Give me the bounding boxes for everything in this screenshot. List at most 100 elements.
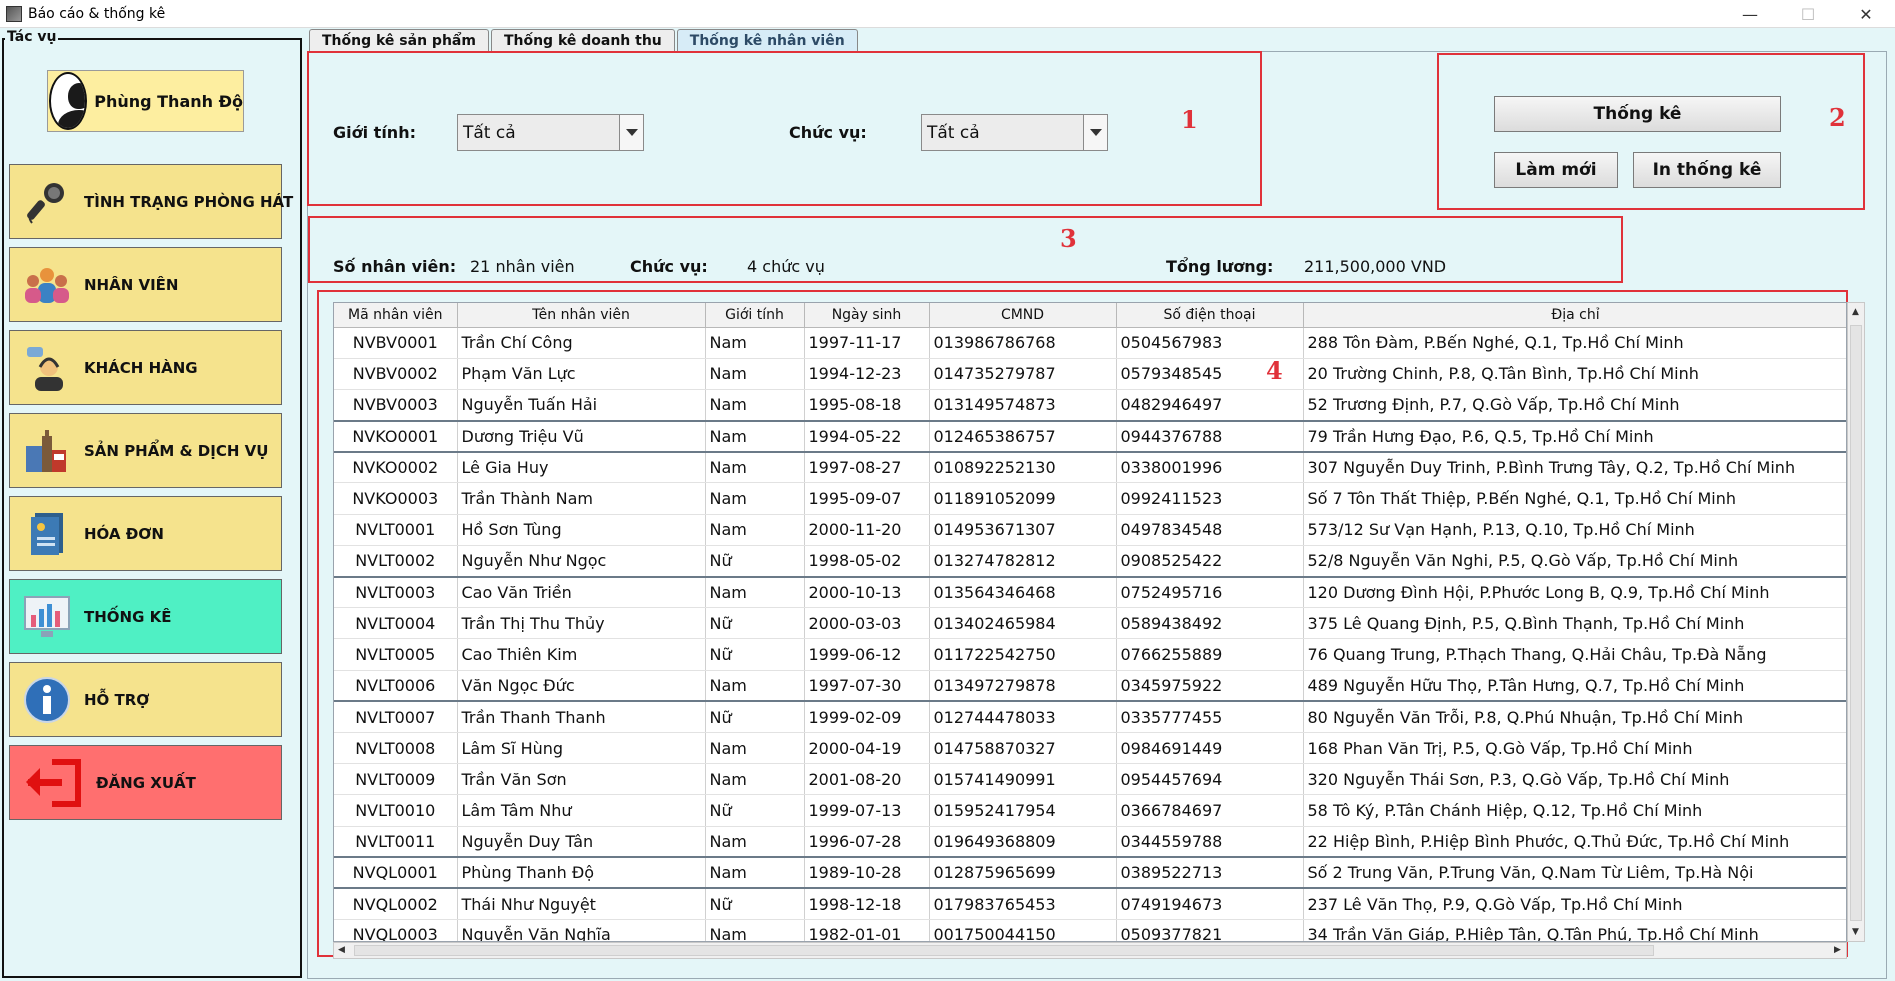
- table-row[interactable]: NVLT0010 Lâm Tâm Như Nữ 1999-07-13 015952417…: [334, 794, 1846, 827]
- table-cell: Nguyễn Tuấn Hải: [457, 389, 706, 422]
- position-label: Chức vụ:: [789, 123, 867, 142]
- tab-staff-stats[interactable]: Thống kê nhân viên: [676, 29, 858, 52]
- table-cell: NVLT0010: [334, 794, 458, 827]
- table-row[interactable]: NVLT0009 Trần Văn Sơn Nam 2001-08-20 0157414…: [334, 763, 1846, 796]
- table-cell: 0944376788: [1116, 420, 1304, 453]
- table-cell: Trần Chí Công: [457, 327, 706, 359]
- total-salary-value: 211,500,000 VND: [1304, 257, 1447, 276]
- table-cell: Nam: [705, 857, 805, 890]
- table-row[interactable]: NVKO0001 Dương Triệu Vũ Nam 1994-05-22 01246…: [334, 420, 1846, 453]
- table-row[interactable]: NVLT0007 Trần Thanh Thanh Nữ 1999-02-09 0127…: [334, 701, 1846, 733]
- table-row[interactable]: NVLT0001 Hồ Sơn Tùng Nam 2000-11-20 01495367…: [334, 514, 1846, 546]
- table-row[interactable]: NVLT0004 Trần Thị Thu Thủy Nữ 2000-03-03 013…: [334, 607, 1846, 640]
- table-cell: 34 Trần Văn Giáp, P.Hiệp Tân, Q.Tân Phú,…: [1303, 919, 1846, 941]
- table-cell: 019649368809: [929, 826, 1117, 859]
- sidebar-item-customers[interactable]: KHÁCH HÀNG: [9, 330, 282, 405]
- sidebar-item-statistics[interactable]: THỐNG KÊ: [9, 579, 282, 654]
- print-stats-button[interactable]: In thống kê: [1633, 152, 1781, 188]
- refresh-button[interactable]: Làm mới: [1494, 152, 1618, 188]
- table-cell: NVLT0005: [334, 638, 458, 671]
- table-row[interactable]: NVLT0006 Văn Ngọc Đức Nam 1997-07-30 0134972…: [334, 670, 1846, 703]
- sidebar-item-invoices[interactable]: HÓA ĐƠN: [9, 496, 282, 571]
- sidebar-item-support[interactable]: HỖ TRỢ: [9, 662, 282, 737]
- window-titlebar: Báo cáo & thống kê — ☐ ✕: [0, 0, 1895, 28]
- table-cell: Cao Văn Triền: [457, 576, 706, 609]
- column-header[interactable]: Địa chỉ: [1303, 303, 1846, 328]
- table-cell: 017983765453: [929, 888, 1117, 921]
- table-row[interactable]: NVLT0005 Cao Thiên Kim Nữ 1999-06-12 0117225…: [334, 638, 1846, 671]
- logout-icon: [22, 758, 84, 808]
- employee-count-label: Số nhân viên:: [333, 257, 457, 276]
- column-header[interactable]: Số điện thoại: [1116, 303, 1304, 328]
- table-row[interactable]: NVLT0008 Lâm Sĩ Hùng Nam 2000-04-19 01475887…: [334, 732, 1846, 765]
- table-row[interactable]: NVBV0001 Trần Chí Công Nam 1997-11-17 013986…: [334, 327, 1846, 359]
- table-cell: 2000-04-19: [804, 732, 930, 765]
- table-cell: NVLT0007: [334, 701, 458, 733]
- sidebar-item-products[interactable]: SẢN PHẨM & DỊCH VỤ: [9, 413, 282, 488]
- table-cell: 013564346468: [929, 576, 1117, 609]
- table-cell: NVQL0003: [334, 919, 458, 941]
- column-header[interactable]: Giới tính: [705, 303, 805, 328]
- table-row[interactable]: NVBV0002 Phạm Văn Lực Nam 1994-12-23 0147352…: [334, 358, 1846, 390]
- table-cell: Hồ Sơn Tùng: [457, 514, 706, 546]
- sidebar-item-room-status[interactable]: TÌNH TRẠNG PHÒNG HÁT: [9, 164, 293, 239]
- table-row[interactable]: NVKO0003 Trần Thành Nam Nam 1995-09-07 01189…: [334, 482, 1846, 515]
- scrollbar-thumb[interactable]: [354, 945, 1654, 956]
- tab-revenue-stats[interactable]: Thống kê doanh thu: [490, 29, 675, 52]
- table-row[interactable]: NVKO0002 Lê Gia Huy Nam 1997-08-27 010892252…: [334, 451, 1846, 484]
- table-cell: Nam: [705, 670, 805, 703]
- table-cell: Nam: [705, 451, 805, 484]
- microphone-icon: [22, 177, 72, 227]
- column-header[interactable]: Tên nhân viên: [457, 303, 706, 328]
- table-cell: 489 Nguyễn Hữu Thọ, P.Tân Hưng, Q.7, Tp.…: [1303, 670, 1846, 703]
- scroll-right-icon[interactable]: ▶: [1834, 945, 1841, 955]
- table-cell: 1994-12-23: [804, 358, 930, 390]
- table-cell: 320 Nguyễn Thái Sơn, P.3, Q.Gò Vấp, Tp.H…: [1303, 763, 1846, 796]
- statistics-chart-icon: [22, 592, 72, 642]
- horizontal-scrollbar[interactable]: ◀ ▶: [333, 942, 1847, 959]
- table-cell: 573/12 Sư Vạn Hạnh, P.13, Q.10, Tp.Hồ Ch…: [1303, 514, 1846, 546]
- maximize-button[interactable]: ☐: [1779, 0, 1837, 28]
- scrollbar-thumb[interactable]: [1850, 325, 1862, 921]
- chevron-down-icon[interactable]: [1083, 115, 1107, 150]
- sidebar-item-label: ĐĂNG XUẤT: [96, 773, 196, 792]
- table-row[interactable]: NVQL0002 Thái Như Nguyệt Nữ 1998-12-18 01798…: [334, 888, 1846, 921]
- close-button[interactable]: ✕: [1837, 0, 1895, 28]
- sidebar-item-logout[interactable]: ĐĂNG XUẤT: [9, 745, 282, 820]
- table-row[interactable]: NVLT0011 Nguyễn Duy Tân Nam 1996-07-28 01964…: [334, 826, 1846, 859]
- table-cell: 0984691449: [1116, 732, 1304, 765]
- table-cell: 0504567983: [1116, 327, 1304, 359]
- table-cell: Nam: [705, 327, 805, 359]
- table-cell: 1999-02-09: [804, 701, 930, 733]
- table-cell: Phạm Văn Lực: [457, 358, 706, 390]
- table-row[interactable]: NVQL0001 Phùng Thanh Độ Nam 1989-10-28 01287…: [334, 857, 1846, 890]
- scroll-left-icon[interactable]: ◀: [338, 945, 345, 955]
- staff-group-icon: [22, 260, 72, 310]
- table-cell: 012875965699: [929, 857, 1117, 890]
- column-header[interactable]: CMND: [929, 303, 1117, 328]
- table-cell: Số 2 Trung Văn, P.Trung Văn, Q.Nam Từ Li…: [1303, 857, 1846, 890]
- scroll-down-icon[interactable]: ▼: [1852, 927, 1859, 937]
- table-cell: Phùng Thanh Độ: [457, 857, 706, 890]
- chevron-down-icon[interactable]: [619, 115, 643, 150]
- column-header[interactable]: Ngày sinh: [804, 303, 930, 328]
- scroll-up-icon[interactable]: ▲: [1852, 307, 1859, 317]
- table-row[interactable]: NVQL0003 Nguyễn Văn Nghĩa Nam 1982-01-01 001…: [334, 919, 1846, 941]
- position-select[interactable]: Tất cả: [921, 114, 1108, 151]
- table-cell: 0908525422: [1116, 545, 1304, 578]
- table-cell: 0497834548: [1116, 514, 1304, 546]
- statistics-button[interactable]: Thống kê: [1494, 96, 1781, 132]
- table-row[interactable]: NVBV0003 Nguyễn Tuấn Hải Nam 1995-08-18 0131…: [334, 389, 1846, 422]
- sidebar-item-label: THỐNG KÊ: [84, 607, 172, 626]
- table-row[interactable]: NVLT0002 Nguyễn Như Ngọc Nữ 1998-05-02 01327…: [334, 545, 1846, 578]
- sidebar-item-staff[interactable]: NHÂN VIÊN: [9, 247, 282, 322]
- table-row[interactable]: NVLT0003 Cao Văn Triền Nam 2000-10-13 013564…: [334, 576, 1846, 609]
- filter-panel: Giới tính: Tất cả Chức vụ: Tất cả 1: [307, 51, 1262, 206]
- tab-product-stats[interactable]: Thống kê sản phẩm: [309, 29, 489, 52]
- table-cell: 015952417954: [929, 794, 1117, 827]
- vertical-scrollbar[interactable]: ▲ ▼: [1847, 302, 1865, 942]
- gender-select[interactable]: Tất cả: [457, 114, 644, 151]
- minimize-button[interactable]: —: [1721, 0, 1779, 28]
- column-header[interactable]: Mã nhân viên: [334, 303, 458, 328]
- table-cell: 1997-07-30: [804, 670, 930, 703]
